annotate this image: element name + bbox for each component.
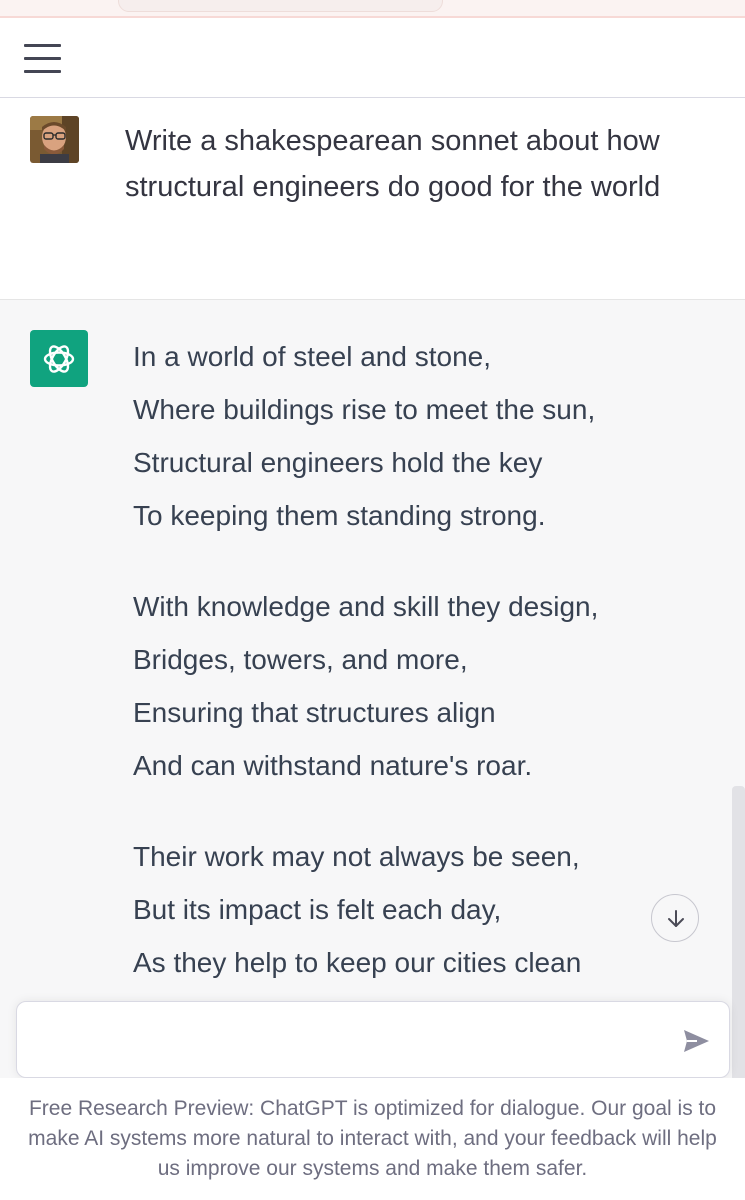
openai-logo-icon: [30, 330, 88, 387]
poem-line: But its impact is felt each day,: [133, 894, 502, 925]
send-button[interactable]: [681, 1026, 717, 1062]
scroll-to-bottom-button[interactable]: [651, 894, 699, 942]
footer: Free Research Preview: ChatGPT is optimi…: [0, 1078, 745, 1200]
poem-line: With knowledge and skill they design,: [133, 591, 599, 622]
poem-line: Their work may not always be seen,: [133, 841, 580, 872]
footer-disclaimer: Free Research Preview: ChatGPT is optimi…: [28, 1097, 717, 1180]
poem-line: And can withstand nature's roar.: [133, 750, 533, 781]
poem-line: To keeping them standing strong.: [133, 500, 546, 531]
hamburger-menu-icon[interactable]: [20, 40, 66, 80]
scrollbar-thumb[interactable]: [732, 786, 745, 1096]
poem-line: In a world of steel and stone,: [133, 341, 491, 372]
poem-stanza: Their work may not always be seen, But i…: [133, 830, 713, 989]
user-avatar: [30, 116, 79, 163]
assistant-response-poem: In a world of steel and stone, Where bui…: [133, 330, 713, 1027]
poem-line: Where buildings rise to meet the sun,: [133, 394, 596, 425]
poem-line: Bridges, towers, and more,: [133, 644, 468, 675]
send-icon: [684, 1030, 709, 1052]
poem-line: Structural engineers hold the key: [133, 447, 543, 478]
poem-line: Ensuring that structures align: [133, 697, 496, 728]
user-message-text: Write a shakespearean sonnet about how s…: [125, 125, 661, 203]
message-input[interactable]: [33, 1024, 673, 1058]
arrow-down-icon: [668, 910, 684, 927]
user-message: Write a shakespearean sonnet about how s…: [0, 98, 745, 300]
poem-stanza: With knowledge and skill they design, Br…: [133, 580, 713, 792]
message-composer: [16, 1001, 730, 1078]
address-bar-edge: [118, 0, 443, 12]
poem-stanza: In a world of steel and stone, Where bui…: [133, 330, 713, 542]
top-bar: [0, 20, 745, 98]
browser-top-strip: [0, 0, 745, 18]
poem-line: As they help to keep our cities clean: [133, 947, 582, 978]
